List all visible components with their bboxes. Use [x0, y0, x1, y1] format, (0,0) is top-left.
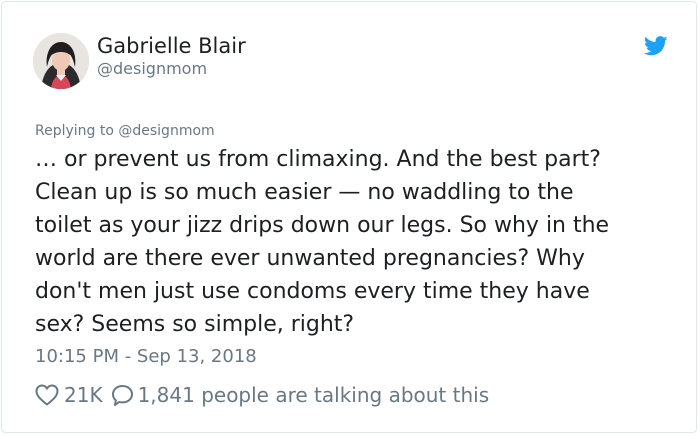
tweet-line: sex? Seems so simple, right? [35, 312, 355, 337]
tweet-line: … or prevent us from climaxing. And the … [35, 147, 601, 172]
heart-icon [35, 384, 59, 406]
avatar-image [33, 33, 89, 89]
talking-count: 1,841 people are talking about this [137, 383, 490, 407]
like-count: 21K [64, 383, 103, 407]
tweet-card: Gabrielle Blair @designmom Replying to @… [1, 1, 697, 433]
tweet-text: … or prevent us from climaxing. And the … [35, 143, 685, 341]
author-handle[interactable]: @designmom [97, 59, 207, 79]
tweet-line: don't men just use condoms every time th… [35, 279, 590, 304]
talking-link[interactable]: 1,841 people are talking about this [111, 383, 490, 407]
tweet-line: toilet as your jizz drips down our legs.… [35, 213, 610, 238]
tweet-timestamp[interactable]: 10:15 PM - Sep 13, 2018 [35, 346, 257, 368]
author-name[interactable]: Gabrielle Blair [97, 33, 246, 59]
like-button[interactable]: 21K [35, 383, 111, 407]
tweet-line: world are there ever unwanted pregnancie… [35, 246, 585, 271]
tweet-line: Clean up is so much easier — no waddling… [35, 180, 574, 205]
replying-to: Replying to @designmom [35, 123, 215, 139]
speech-bubble-icon [111, 384, 134, 407]
twitter-bird-icon[interactable] [643, 36, 668, 56]
avatar[interactable] [33, 33, 89, 89]
tweet-actions: 21K 1,841 people are talking about this [35, 381, 489, 409]
